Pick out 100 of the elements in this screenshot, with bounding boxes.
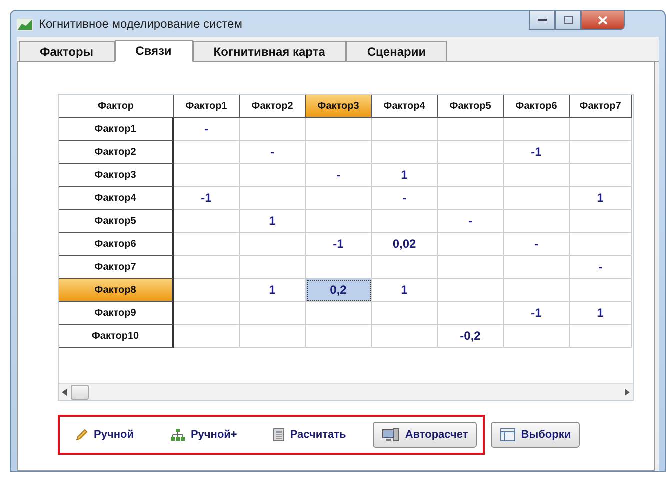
table-cell[interactable] [306, 256, 372, 279]
maximize-button[interactable] [555, 11, 581, 30]
table-cell[interactable]: - [240, 141, 306, 164]
table-cell[interactable] [240, 233, 306, 256]
table-cell[interactable] [240, 164, 306, 187]
table-cell[interactable] [570, 141, 632, 164]
row-header[interactable]: Фактор8 [59, 279, 174, 302]
table-cell[interactable] [372, 256, 438, 279]
table-cell[interactable] [438, 233, 504, 256]
samples-button[interactable]: Выборки [491, 422, 580, 448]
table-cell[interactable] [372, 302, 438, 325]
table-cell[interactable] [570, 325, 632, 348]
table-cell[interactable] [372, 141, 438, 164]
table-cell[interactable]: - [306, 164, 372, 187]
table-cell[interactable] [372, 118, 438, 141]
row-header[interactable]: Фактор10 [59, 325, 174, 348]
table-cell[interactable] [174, 279, 240, 302]
column-header[interactable]: Фактор1 [174, 95, 240, 118]
tab[interactable]: Связи [114, 40, 193, 62]
table-cell[interactable] [174, 164, 240, 187]
table-cell[interactable]: - [174, 118, 240, 141]
toolbar-button[interactable]: Авторасчет [373, 422, 478, 448]
table-cell[interactable] [438, 302, 504, 325]
column-header[interactable]: Фактор2 [240, 95, 306, 118]
table-cell[interactable] [570, 210, 632, 233]
table-cell[interactable] [570, 279, 632, 302]
table-cell[interactable] [372, 325, 438, 348]
table-cell[interactable] [174, 210, 240, 233]
row-header[interactable]: Фактор4 [59, 187, 174, 210]
table-cell[interactable] [570, 118, 632, 141]
table-cell[interactable] [570, 233, 632, 256]
table-cell[interactable] [504, 187, 570, 210]
column-header[interactable]: Фактор6 [504, 95, 570, 118]
table-cell[interactable] [174, 233, 240, 256]
table-cell[interactable] [174, 325, 240, 348]
scroll-thumb[interactable] [71, 384, 89, 400]
column-header[interactable]: Фактор7 [570, 95, 632, 118]
table-cell[interactable]: -1 [504, 141, 570, 164]
minimize-button[interactable] [529, 11, 555, 30]
table-cell[interactable] [306, 141, 372, 164]
table-cell[interactable] [570, 164, 632, 187]
table-cell[interactable] [240, 118, 306, 141]
table-cell[interactable] [306, 187, 372, 210]
table-cell[interactable] [240, 256, 306, 279]
close-button[interactable] [581, 11, 625, 30]
table-cell[interactable] [504, 164, 570, 187]
table-cell[interactable]: - [504, 233, 570, 256]
table-cell[interactable] [438, 256, 504, 279]
table-cell[interactable] [372, 210, 438, 233]
table-cell[interactable]: 0,02 [372, 233, 438, 256]
table-cell[interactable]: - [438, 210, 504, 233]
row-header[interactable]: Фактор6 [59, 233, 174, 256]
table-cell[interactable] [306, 118, 372, 141]
table-cell[interactable]: -1 [306, 233, 372, 256]
table-cell[interactable] [504, 118, 570, 141]
row-header[interactable]: Фактор5 [59, 210, 174, 233]
tab[interactable]: Факторы [19, 41, 115, 61]
table-cell[interactable]: - [372, 187, 438, 210]
table-cell[interactable]: 1 [570, 302, 632, 325]
table-cell[interactable]: 1 [240, 279, 306, 302]
table-cell[interactable] [240, 302, 306, 325]
table-cell[interactable]: -1 [174, 187, 240, 210]
toolbar-button[interactable]: Ручной+ [160, 422, 246, 448]
table-cell[interactable] [174, 256, 240, 279]
table-cell[interactable] [504, 210, 570, 233]
horizontal-scrollbar[interactable] [59, 383, 633, 400]
tab[interactable]: Сценарии [346, 41, 448, 61]
table-cell[interactable]: 0,2 [306, 279, 372, 302]
tab[interactable]: Когнитивная карта [192, 41, 346, 61]
table-cell[interactable] [240, 325, 306, 348]
table-cell[interactable]: 1 [372, 279, 438, 302]
table-cell[interactable] [306, 210, 372, 233]
toolbar-button[interactable]: Расчитать [264, 422, 356, 448]
table-cell[interactable]: -0,2 [438, 325, 504, 348]
table-cell[interactable]: -1 [504, 302, 570, 325]
table-cell[interactable] [174, 141, 240, 164]
row-header[interactable]: Фактор9 [59, 302, 174, 325]
column-header[interactable]: Фактор3 [306, 95, 372, 118]
table-cell[interactable] [438, 164, 504, 187]
table-cell[interactable] [240, 187, 306, 210]
table-cell[interactable] [438, 187, 504, 210]
scroll-left-icon[interactable] [62, 388, 67, 396]
table-cell[interactable] [174, 302, 240, 325]
row-header[interactable]: Фактор2 [59, 141, 174, 164]
table-cell[interactable]: 1 [570, 187, 632, 210]
column-header[interactable]: Фактор4 [372, 95, 438, 118]
row-header[interactable]: Фактор1 [59, 118, 174, 141]
row-header[interactable]: Фактор3 [59, 164, 174, 187]
table-cell[interactable] [438, 118, 504, 141]
table-cell[interactable] [306, 325, 372, 348]
scroll-right-icon[interactable] [625, 388, 630, 396]
table-cell[interactable] [504, 279, 570, 302]
table-cell[interactable] [306, 302, 372, 325]
table-cell[interactable] [438, 279, 504, 302]
table-cell[interactable] [438, 141, 504, 164]
toolbar-button[interactable]: Ручной [66, 422, 143, 448]
row-header[interactable]: Фактор7 [59, 256, 174, 279]
table-cell[interactable] [504, 325, 570, 348]
table-cell[interactable]: - [570, 256, 632, 279]
column-header[interactable]: Фактор5 [438, 95, 504, 118]
